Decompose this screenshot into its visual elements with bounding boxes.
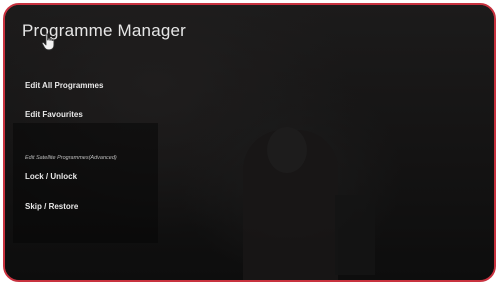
section-label-satellite-advanced: Edit Satellite Programmes(Advanced) bbox=[25, 155, 117, 161]
menu-item-lock-unlock[interactable]: Lock / Unlock bbox=[25, 172, 77, 181]
hand-pointer-icon bbox=[41, 33, 55, 51]
background-chair bbox=[335, 195, 375, 275]
tv-screen-frame: Programme Manager Edit All Programmes Ed… bbox=[3, 3, 496, 282]
screen-background bbox=[5, 5, 494, 280]
menu-item-edit-all-programmes[interactable]: Edit All Programmes bbox=[25, 81, 103, 90]
menu-item-edit-favourites[interactable]: Edit Favourites bbox=[25, 110, 83, 119]
background-panel bbox=[13, 123, 158, 243]
menu-item-skip-restore[interactable]: Skip / Restore bbox=[25, 202, 78, 211]
background-person-head bbox=[267, 127, 307, 173]
